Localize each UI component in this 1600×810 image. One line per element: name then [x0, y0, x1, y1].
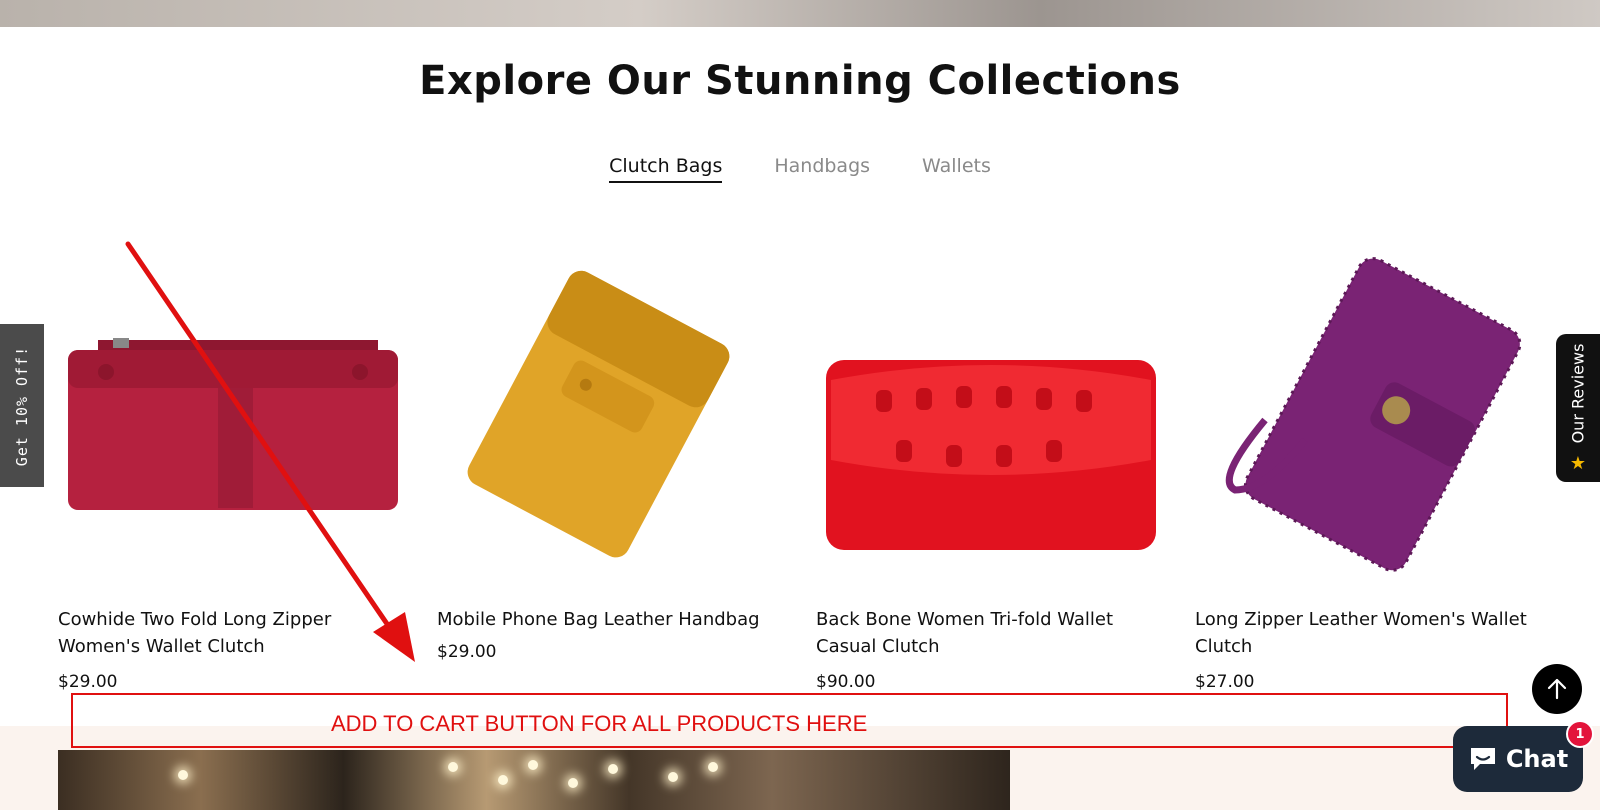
reviews-tab-label: Our Reviews [1568, 343, 1588, 443]
tab-clutch-bags[interactable]: Clutch Bags [609, 155, 723, 183]
tab-wallets[interactable]: Wallets [922, 155, 991, 183]
chat-bubble-icon [1470, 748, 1495, 770]
chat-notification-badge: 1 [1566, 720, 1594, 748]
product-price: $29.00 [58, 672, 118, 692]
tab-handbags[interactable]: Handbags [774, 155, 870, 183]
reviews-side-tab[interactable]: Our Reviews ★ [1556, 334, 1600, 482]
product-title[interactable]: Mobile Phone Bag Leather Handbag [437, 606, 787, 633]
discount-side-tab-label: Get 10% Off! [13, 345, 31, 466]
product-title[interactable]: Long Zipper Leather Women's Wallet Clutc… [1195, 606, 1545, 660]
hero-banner-bottom-edge [0, 0, 1600, 27]
arrow-up-icon [1547, 678, 1567, 700]
product-image[interactable] [58, 240, 408, 580]
star-icon: ★ [1569, 453, 1587, 474]
product-title[interactable]: Back Bone Women Tri-fold Wallet Casual C… [816, 606, 1166, 660]
chat-label: Chat [1505, 745, 1569, 773]
product-title[interactable]: Cowhide Two Fold Long Zipper Women's Wal… [58, 606, 408, 660]
product-card[interactable]: Long Zipper Leather Women's Wallet Clutc… [1195, 240, 1545, 692]
section-heading: Explore Our Stunning Collections [419, 58, 1181, 104]
product-image[interactable] [816, 240, 1166, 580]
product-price: $90.00 [816, 672, 876, 692]
chat-button[interactable]: Chat [1453, 726, 1583, 792]
product-price: $27.00 [1195, 672, 1255, 692]
product-card[interactable]: Cowhide Two Fold Long Zipper Women's Wal… [58, 240, 408, 692]
discount-side-tab[interactable]: Get 10% Off! [0, 324, 44, 487]
scroll-to-top-button[interactable] [1532, 664, 1582, 714]
product-card[interactable]: Back Bone Women Tri-fold Wallet Casual C… [816, 240, 1166, 692]
product-card[interactable]: Mobile Phone Bag Leather Handbag $29.00 [437, 240, 787, 662]
collection-tabs: Clutch Bags Handbags Wallets [0, 155, 1600, 183]
banner-image [58, 750, 1010, 810]
product-image[interactable] [1195, 240, 1545, 580]
product-price: $29.00 [437, 642, 497, 662]
annotation-text: ADD TO CART BUTTON FOR ALL PRODUCTS HERE [331, 711, 868, 736]
product-image[interactable] [437, 240, 787, 580]
